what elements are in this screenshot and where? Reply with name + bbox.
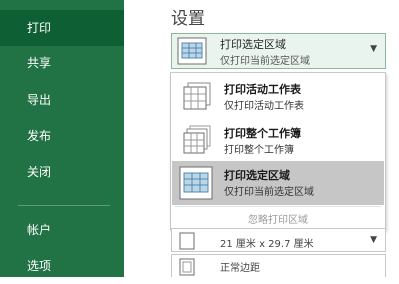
nav-account[interactable]: 帐户 [0,212,124,248]
option-title: 打印选定区域 [224,169,290,182]
nav-print[interactable]: 打印 [0,10,124,46]
paper-size-dropdown[interactable]: 21 厘米 x 29.7 厘米 ▼ [171,228,386,252]
ignore-print-area-option[interactable]: 忽略打印区域 [171,211,385,226]
dropdown-title: 打印选定区域 [220,38,286,51]
option-entire-workbook[interactable]: 打印整个工作簿 打印整个工作簿 [172,119,384,163]
menu-divider [175,206,381,207]
chevron-down-icon: ▼ [370,44,377,54]
nav-options[interactable]: 选项 [0,248,124,284]
option-print-selection[interactable]: 打印选定区域 仅打印当前选定区域 [172,161,384,205]
nav-close[interactable]: 关闭 [0,154,124,190]
settings-heading: 设置 [171,9,205,29]
margins-dropdown[interactable]: 正常边距 [171,254,386,277]
entire-workbook-icon [180,125,212,161]
option-subtitle: 打印整个工作簿 [224,145,294,156]
nav-publish[interactable]: 发布 [0,118,124,154]
active-sheets-icon [180,81,212,117]
dropdown-subtitle: 仅打印当前选定区域 [220,56,310,67]
print-selection-icon [178,165,214,205]
print-settings-panel: 设置 打印选定区域 仅打印当前选定区域 ▼ 打印活动工作表 仅打印活动工作表 打… [124,0,399,277]
print-area-dropdown[interactable]: 打印选定区域 仅打印当前选定区域 ▼ [171,33,386,69]
option-title: 打印整个工作簿 [224,127,301,140]
option-active-sheets[interactable]: 打印活动工作表 仅打印活动工作表 [172,75,384,119]
nav-divider [18,205,110,206]
print-area-menu: 打印活动工作表 仅打印活动工作表 打印整个工作簿 打印整个工作簿 打印选定区域 … [170,72,386,230]
chevron-down-icon: ▼ [370,235,377,245]
option-title: 打印活动工作表 [224,83,301,96]
backstage-sidebar: 打印 共享 导出 发布 关闭 帐户 选项 [0,0,124,277]
option-subtitle: 仅打印当前选定区域 [224,187,314,198]
nav-export[interactable]: 导出 [0,82,124,118]
paper-icon [179,232,195,254]
print-selection-icon [177,37,207,69]
option-subtitle: 仅打印活动工作表 [224,101,304,112]
margins-label: 正常边距 [220,263,260,274]
nav-share[interactable]: 共享 [0,45,124,81]
paper-size-label: 21 厘米 x 29.7 厘米 [220,239,314,250]
